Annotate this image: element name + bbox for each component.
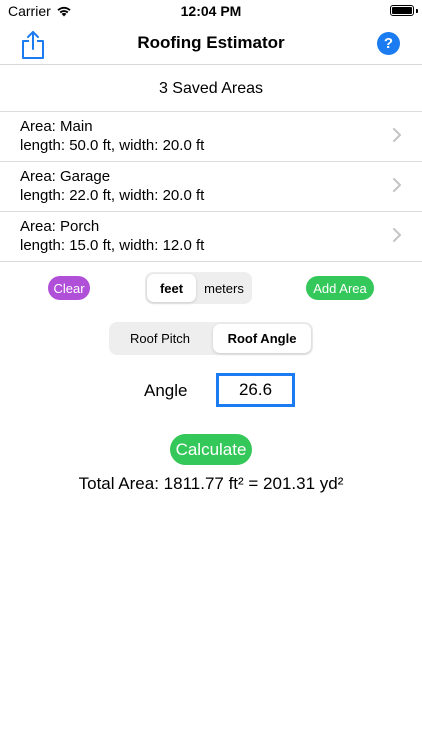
chevron-right-icon (393, 128, 401, 142)
area-dimensions: length: 22.0 ft, width: 20.0 ft (20, 187, 205, 204)
area-dimensions: length: 15.0 ft, width: 12.0 ft (20, 237, 205, 254)
area-name: Area: Garage (20, 168, 111, 185)
battery-icon (390, 5, 414, 16)
unit-segmented-control: feet meters (145, 272, 252, 304)
saved-areas-title: 3 Saved Areas (158, 80, 264, 97)
nav-bar: Roofing Estimator ? (0, 24, 422, 65)
area-list: Area: Main length: 50.0 ft, width: 20.0 … (0, 111, 422, 262)
area-name: Area: Main (20, 118, 93, 135)
clear-button[interactable]: Clear (48, 276, 90, 300)
area-row-main[interactable]: Area: Main length: 50.0 ft, width: 20.0 … (0, 111, 422, 162)
calculate-button[interactable]: Calculate (170, 434, 252, 465)
chevron-right-icon (393, 178, 401, 192)
area-row-garage[interactable]: Area: Garage length: 22.0 ft, width: 20.… (0, 162, 422, 212)
area-row-porch[interactable]: Area: Porch length: 15.0 ft, width: 12.0… (0, 212, 422, 262)
page-title: Roofing Estimator (137, 33, 285, 52)
status-time: 12:04 PM (180, 3, 242, 19)
controls-row: Clear feet meters Add Area (0, 272, 422, 304)
add-area-button[interactable]: Add Area (306, 276, 374, 300)
unit-option-meters[interactable]: meters (198, 274, 250, 302)
area-dimensions: length: 50.0 ft, width: 20.0 ft (20, 137, 205, 154)
unit-option-feet[interactable]: feet (147, 274, 196, 302)
battery-cap (416, 9, 418, 13)
angle-label: Angle (144, 381, 188, 400)
status-bar: Carrier 12:04 PM (0, 0, 422, 24)
chevron-right-icon (393, 228, 401, 242)
area-name: Area: Porch (20, 218, 100, 235)
help-button[interactable]: ? (377, 32, 400, 55)
roof-option-pitch[interactable]: Roof Pitch (111, 324, 209, 353)
angle-input[interactable] (216, 373, 295, 407)
roof-option-angle[interactable]: Roof Angle (213, 324, 311, 353)
total-area-result: Total Area: 1811.77 ft² = 201.31 yd² (78, 474, 344, 493)
roof-mode-segmented-control: Roof Pitch Roof Angle (109, 322, 313, 355)
